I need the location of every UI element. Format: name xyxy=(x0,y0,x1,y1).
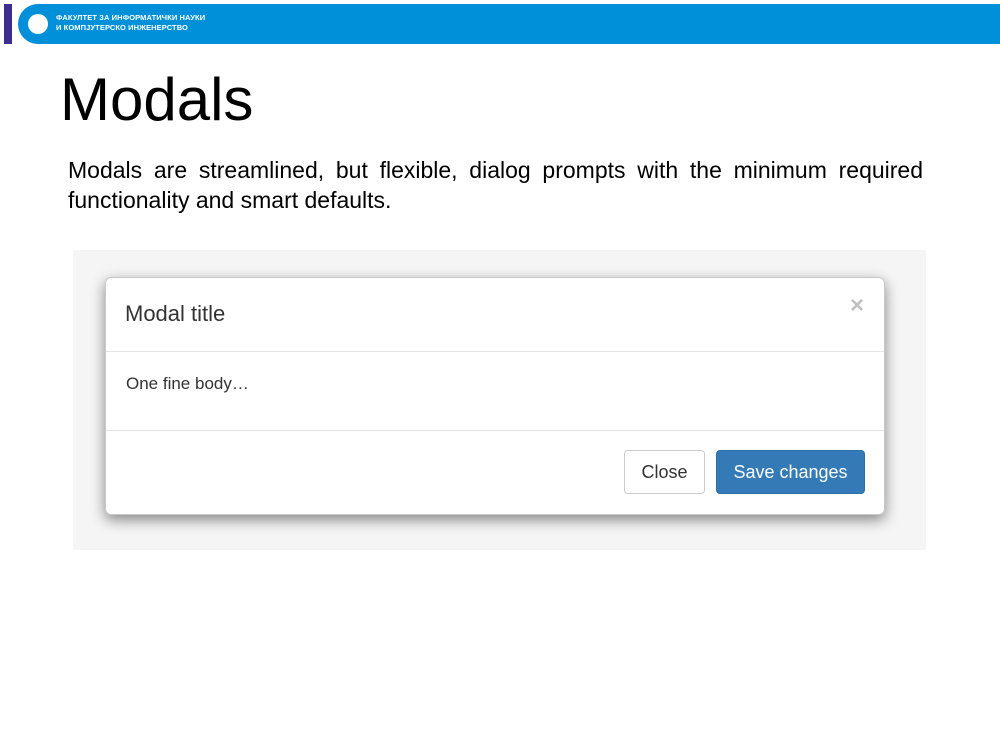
faculty-name-line1: ФАКУЛТЕТ ЗА ИНФОРМАТИЧКИ НАУКИ xyxy=(56,13,206,22)
slide-title: Modals xyxy=(60,66,254,133)
modal-dialog: Modal title × One fine body… Close Save … xyxy=(105,277,885,515)
modal-example-panel: Modal title × One fine body… Close Save … xyxy=(73,250,926,550)
header-accent-bar xyxy=(4,4,12,44)
modal-body: One fine body… xyxy=(106,352,884,431)
close-icon[interactable]: × xyxy=(850,294,864,318)
modal-body-text: One fine body… xyxy=(126,374,249,393)
header-bar: ФАКУЛТЕТ ЗА ИНФОРМАТИЧКИ НАУКИ И КОМПЈУТ… xyxy=(18,4,1000,44)
close-button[interactable]: Close xyxy=(624,450,705,494)
modal-header: Modal title × xyxy=(106,278,884,352)
faculty-name: ФАКУЛТЕТ ЗА ИНФОРМАТИЧКИ НАУКИ И КОМПЈУТ… xyxy=(56,13,205,33)
slide-description: Modals are streamlined, but flexible, di… xyxy=(68,157,923,213)
faculty-logo-circle-icon xyxy=(28,14,48,34)
faculty-name-line2: И КОМПЈУТЕРСКО ИНЖЕНЕРСТВО xyxy=(56,23,188,32)
save-changes-button[interactable]: Save changes xyxy=(716,450,865,494)
modal-title: Modal title xyxy=(125,301,226,326)
slide-page: ФАКУЛТЕТ ЗА ИНФОРМАТИЧКИ НАУКИ И КОМПЈУТ… xyxy=(0,0,1000,750)
